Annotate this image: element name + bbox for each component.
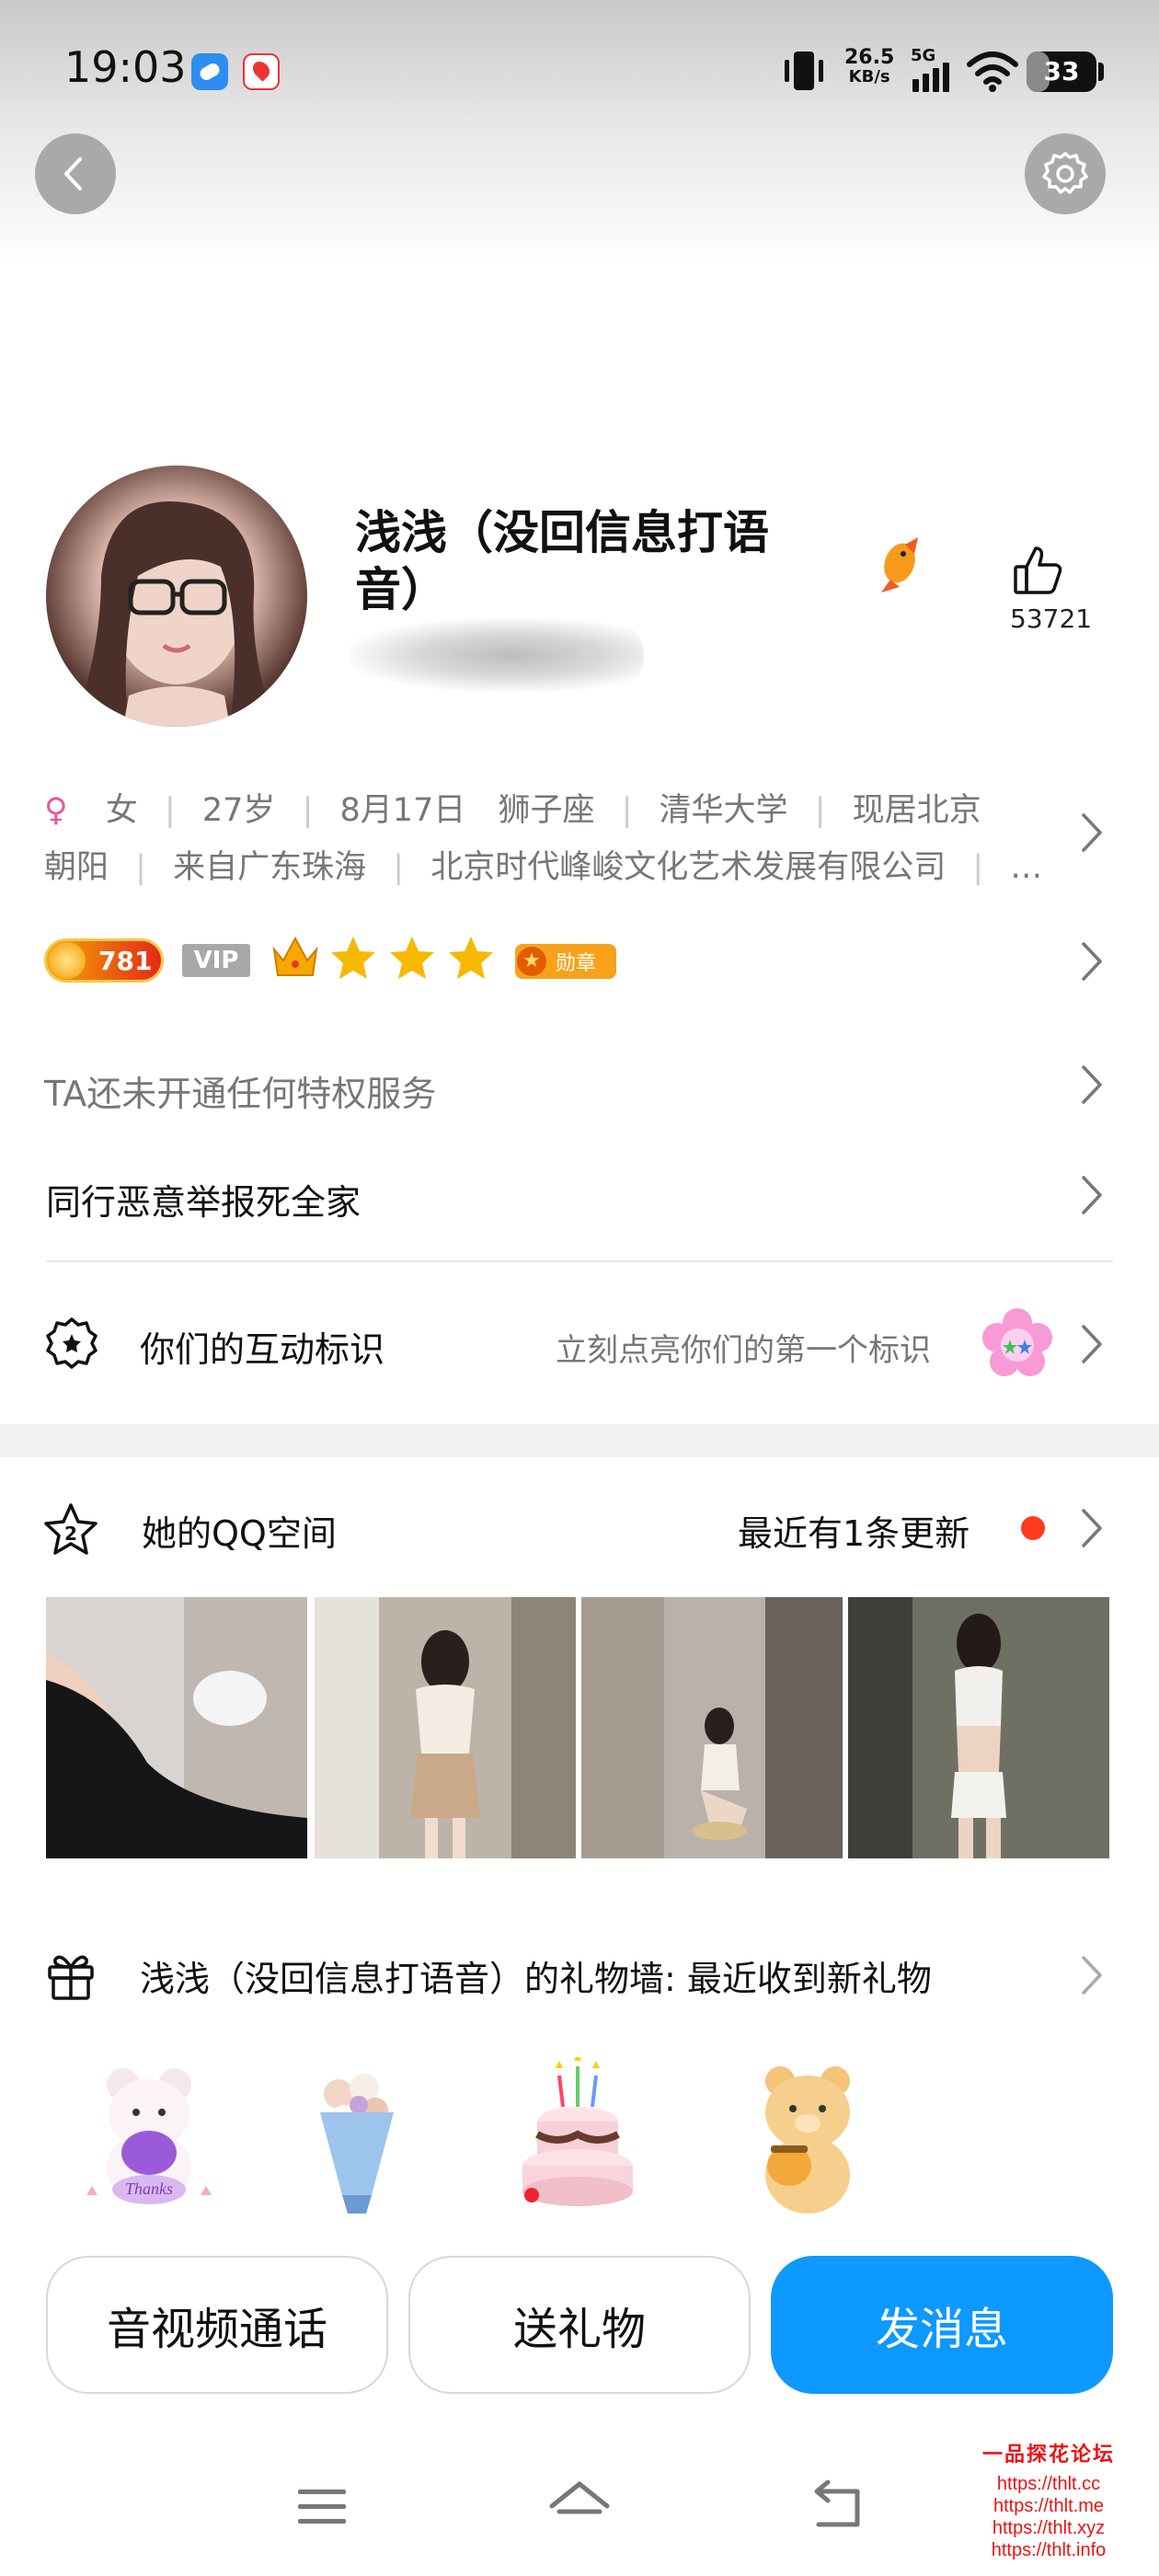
- qzone-photo[interactable]: [315, 1597, 576, 1858]
- privilege-text[interactable]: TA还未开通任何特权服务: [44, 1065, 436, 1116]
- gift-icon: [48, 1955, 94, 2000]
- svg-text:2: 2: [64, 1523, 77, 1545]
- qzone-title[interactable]: 她的QQ空间: [142, 1505, 337, 1556]
- interaction-title[interactable]: 你们的互动标识: [140, 1321, 384, 1372]
- qzone-photo[interactable]: [581, 1597, 843, 1858]
- info-location: 现居北京: [852, 792, 981, 829]
- chevron-right-icon[interactable]: [1078, 938, 1106, 984]
- level-number: 781: [98, 945, 153, 976]
- medal-badge[interactable]: ★ 勋章: [515, 944, 616, 979]
- network-speed: 26.5 KB/s: [844, 46, 895, 86]
- like-count: 53721: [1010, 604, 1093, 634]
- info-more: …: [1010, 849, 1043, 886]
- like-button[interactable]: [1010, 543, 1084, 598]
- settings-button[interactable]: [1025, 133, 1106, 214]
- info-line-2[interactable]: 朝阳 | 来自广东珠海 | 北京时代峰峻文化艺术发展有限公司 | …: [44, 841, 1042, 888]
- avatar-photo: [74, 501, 276, 727]
- gift-bouquet[interactable]: [283, 2057, 430, 2214]
- chevron-right-icon[interactable]: [1078, 1172, 1106, 1218]
- flower-icon: [982, 1308, 1052, 1376]
- svg-text:Thanks: Thanks: [125, 2179, 173, 2198]
- chevron-left-icon: [64, 157, 82, 190]
- svg-text:5G: 5G: [911, 46, 935, 65]
- medal-icon: ★: [517, 947, 546, 976]
- info-district: 朝阳: [44, 849, 109, 886]
- gift-honey-bear[interactable]: [734, 2057, 881, 2214]
- medal-label: 勋章: [556, 952, 597, 975]
- info-birthday: 8月17日: [339, 792, 466, 829]
- wifi-icon: [967, 52, 1018, 92]
- qzone-star-icon: 2: [44, 1503, 98, 1555]
- send-gift-button[interactable]: 送礼物: [408, 2256, 751, 2394]
- info-company: 北京时代峰峻文化艺术发展有限公司: [430, 849, 947, 886]
- chevron-right-icon[interactable]: [1078, 1321, 1106, 1367]
- info-zodiac: 狮子座: [498, 792, 595, 829]
- status-time: 19:03: [64, 42, 187, 92]
- info-hometown: 来自广东珠海: [173, 849, 367, 886]
- level-badge[interactable]: 781: [44, 938, 164, 983]
- avatar[interactable]: [46, 466, 307, 727]
- battery-tip: [1098, 63, 1104, 81]
- app-notification-icon: [191, 53, 228, 90]
- chevron-right-icon[interactable]: [1078, 1062, 1106, 1108]
- update-dot: [1021, 1516, 1045, 1540]
- sun-icon: [49, 942, 86, 979]
- video-call-button[interactable]: 音视频通话: [46, 2256, 388, 2394]
- header-background: [0, 0, 1159, 267]
- info-line-1[interactable]: ♀ 女 | 27岁 | 8月17日 狮子座 | 清华大学 | 现居北京: [44, 784, 981, 831]
- star-icon: [390, 937, 434, 979]
- send-message-button[interactable]: 发消息: [771, 2256, 1113, 2394]
- gift-bear-thanks[interactable]: Thanks: [75, 2057, 223, 2214]
- chevron-right-icon[interactable]: [1078, 1952, 1106, 1998]
- star-icon: [331, 937, 375, 979]
- chevron-right-icon[interactable]: [1078, 1505, 1106, 1551]
- qzone-photo[interactable]: [46, 1597, 307, 1858]
- home-icon[interactable]: [546, 2478, 613, 2534]
- watermark: 一品探花论坛 https://thlt.cc https://thlt.me h…: [981, 2443, 1115, 2560]
- back-nav-icon[interactable]: [809, 2480, 868, 2536]
- signal-icon: 5G: [911, 46, 949, 92]
- gift-wall-title[interactable]: 浅浅（没回信息打语音）的礼物墙: 最近收到新礼物: [140, 1950, 932, 2001]
- back-button[interactable]: [35, 133, 116, 214]
- thumbs-up-icon: [1014, 546, 1062, 594]
- vip-badge[interactable]: VIP: [182, 944, 250, 977]
- star-icon: [449, 937, 493, 979]
- info-gender: 女: [105, 792, 138, 829]
- section-divider: [0, 1424, 1159, 1457]
- nickname: 浅浅（没回信息打语音）: [355, 506, 769, 616]
- gift-cake[interactable]: [504, 2053, 651, 2214]
- interaction-badge-icon: [46, 1317, 98, 1369]
- female-icon: ♀: [44, 792, 68, 829]
- qzone-update[interactable]: 最近有1条更新: [738, 1505, 970, 1556]
- gear-icon: [1042, 152, 1088, 194]
- koi-fish-icon: [881, 537, 918, 592]
- blurred-subtitle: [350, 618, 644, 692]
- battery-percent: 33: [1043, 56, 1080, 86]
- crown-icon: [272, 936, 318, 976]
- chevron-right-icon[interactable]: [1078, 810, 1106, 856]
- interaction-hint[interactable]: 立刻点亮你们的第一个标识: [556, 1325, 931, 1370]
- map-notification-icon: [243, 53, 280, 90]
- signature-text[interactable]: 同行恶意举报死全家: [46, 1174, 361, 1225]
- divider: [46, 1260, 1113, 1262]
- battery-icon: 33: [1027, 52, 1096, 92]
- menu-icon[interactable]: [294, 2484, 350, 2530]
- info-age: 27岁: [201, 792, 276, 829]
- info-school: 清华大学: [659, 792, 788, 829]
- qzone-photo[interactable]: [848, 1597, 1109, 1858]
- vibrate-icon: [785, 52, 823, 90]
